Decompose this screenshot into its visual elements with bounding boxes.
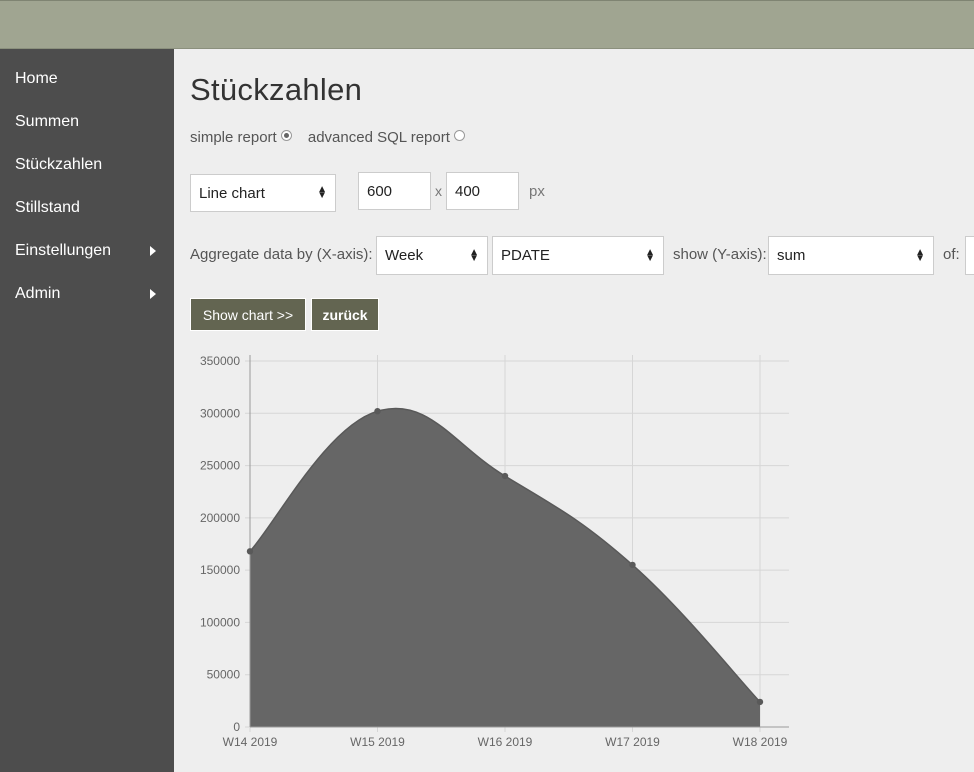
data-point <box>501 472 509 480</box>
x-tick-label: W18 2019 <box>733 735 788 749</box>
x-tick-label: W14 2019 <box>223 735 278 749</box>
y-tick-label: 300000 <box>200 406 240 420</box>
x-tick-label: W15 2019 <box>350 735 405 749</box>
y-tick-label: 100000 <box>200 615 240 629</box>
y-tick-label: 50000 <box>207 668 241 682</box>
y-tick-label: 350000 <box>200 354 240 368</box>
data-point <box>246 548 254 555</box>
data-point <box>629 561 636 569</box>
x-tick-label: W16 2019 <box>478 735 533 749</box>
data-point <box>374 407 381 415</box>
line-chart: 0 50000 100000 150000 200000 250000 300000 3500… <box>200 354 789 749</box>
y-tick-label: 250000 <box>200 459 240 473</box>
y-tick-label: 0 <box>233 720 240 734</box>
y-tick-label: 150000 <box>200 563 240 577</box>
y-tick-label: 200000 <box>200 511 240 525</box>
data-point <box>756 698 764 706</box>
x-tick-label: W17 2019 <box>605 735 660 749</box>
